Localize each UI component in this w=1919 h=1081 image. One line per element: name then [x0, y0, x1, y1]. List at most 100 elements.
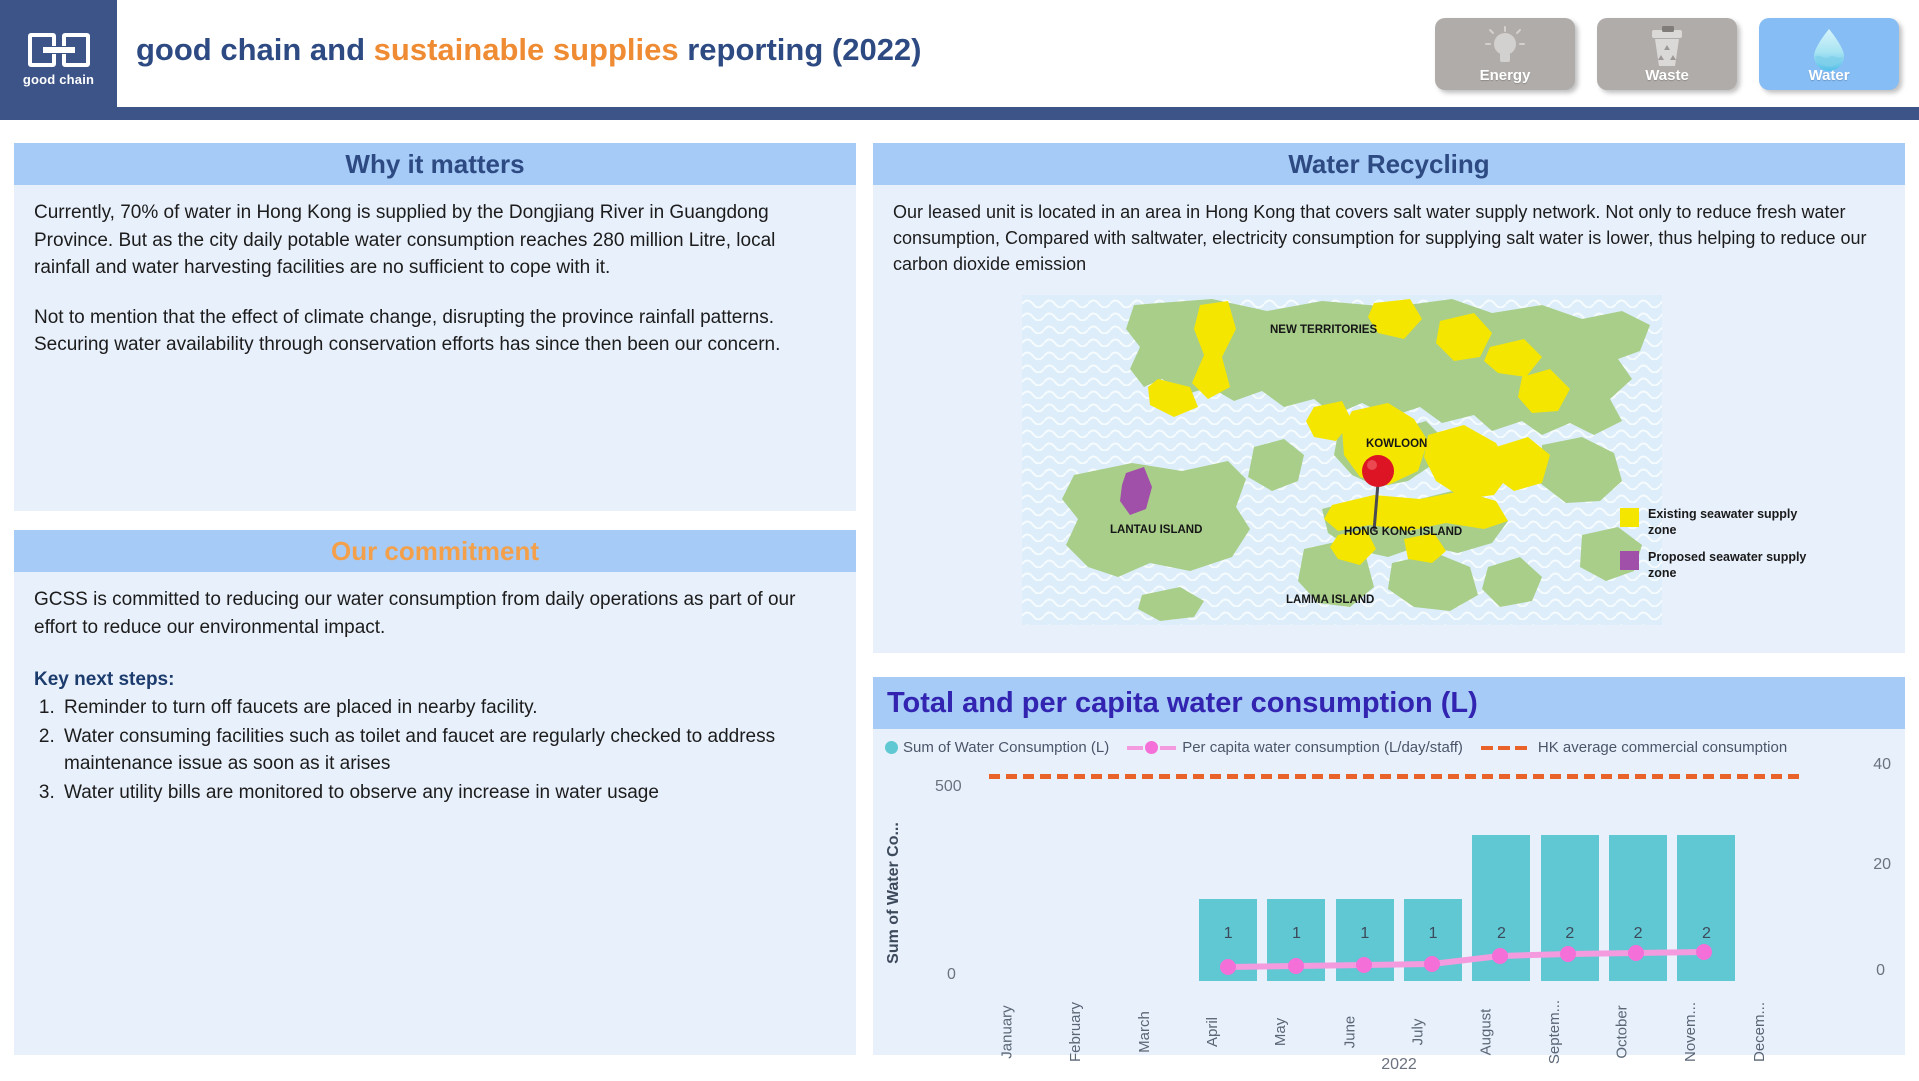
key-next-steps-list: Reminder to turn off faucets are placed …: [60, 695, 836, 807]
why-it-matters-body: Currently, 70% of water in Hong Kong is …: [14, 185, 856, 369]
per-capita-point-august: [1492, 948, 1508, 964]
why-it-matters-title: Why it matters: [345, 148, 525, 179]
water-drop-icon: [1759, 26, 1899, 72]
our-commitment-header: Our commitment: [14, 530, 856, 572]
app-header: good chain good chain and sustainable su…: [0, 0, 1919, 120]
x-tick-label: April: [1204, 1016, 1222, 1048]
list-item: Reminder to turn off faucets are placed …: [60, 695, 836, 722]
x-label-slot: January: [989, 984, 1057, 1059]
per-capita-point-november: [1696, 944, 1712, 960]
y-left-tick-500: 500: [935, 778, 962, 795]
y-left-tick-0: 0: [947, 966, 956, 983]
x-label-slot: May: [1262, 984, 1330, 1056]
x-label-slot: Septem...: [1536, 984, 1604, 1064]
chart-plot-area: Sum of Water Co... 500 0 40 20 0 1 1 1 1…: [873, 756, 1905, 1073]
key-next-steps-label: Key next steps:: [34, 669, 175, 691]
per-capita-point-may: [1288, 958, 1304, 974]
map-label-kowloon: KOWLOON: [1366, 438, 1427, 450]
trash-recycle-icon: [1597, 26, 1737, 70]
legend-marker-line-icon: [1127, 741, 1177, 754]
x-tick-label: July: [1409, 1018, 1427, 1046]
legend-label-existing: Existing seawater supply zone: [1648, 507, 1798, 537]
map-label-lamma-island: LAMMA ISLAND: [1286, 594, 1374, 606]
x-label-slot: June: [1331, 984, 1399, 1056]
x-tick-label: January: [999, 1005, 1017, 1059]
commitment-paragraph-1: GCSS is committed to reducing our water …: [34, 589, 796, 638]
x-tick-label: February: [1067, 1001, 1085, 1063]
legend-marker-dash-icon: [1480, 745, 1532, 750]
chain-link-icon: [27, 33, 90, 67]
y-axis-left-title-text: Sum of Water Co...: [885, 822, 903, 964]
title-part-2: reporting (2022): [678, 32, 922, 67]
chart-title: Total and per capita water consumption (…: [887, 686, 1478, 719]
why-it-matters-panel: Why it matters Currently, 70% of water i…: [14, 143, 856, 511]
why-paragraph-2: Not to mention that the effect of climat…: [34, 306, 781, 356]
legend-item-proposed: Proposed seawater supply zone: [1620, 550, 1810, 581]
water-recycling-paragraph: Our leased unit is located in an area in…: [893, 202, 1867, 275]
x-tick-label: March: [1135, 1011, 1153, 1053]
x-tick-label: Decem...: [1750, 1001, 1768, 1063]
per-capita-point-june: [1356, 957, 1372, 973]
legend-hk-average[interactable]: HK average commercial consumption: [1480, 739, 1788, 756]
x-label-slot: August: [1467, 984, 1535, 1056]
lightbulb-icon: [1435, 26, 1575, 70]
map-label-new-territories: NEW TERRITORIES: [1270, 324, 1377, 336]
y-right-tick-0: 0: [1876, 962, 1885, 979]
nav-tabs: Energy Waste Water: [1435, 18, 1899, 90]
why-paragraph-1: Currently, 70% of water in Hong Kong is …: [34, 202, 776, 279]
water-consumption-chart-panel: Total and per capita water consumption (…: [873, 677, 1905, 1073]
y-right-tick-20: 20: [1873, 856, 1891, 873]
our-commitment-title: Our commitment: [330, 535, 540, 566]
chart-header: Total and per capita water consumption (…: [873, 677, 1905, 729]
x-axis-labels: January February March April May June Ju…: [989, 984, 1809, 1064]
header-accent-bar: [0, 107, 1919, 120]
map-graphic: NEW TERRITORIES KOWLOON HONG KONG ISLAND…: [1022, 295, 1662, 625]
water-recycling-body: Our leased unit is located in an area in…: [873, 185, 1905, 287]
tab-waste[interactable]: Waste: [1597, 18, 1737, 90]
tab-energy[interactable]: Energy: [1435, 18, 1575, 90]
page-title: good chain and sustainable supplies repo…: [136, 32, 922, 68]
per-capita-line-series[interactable]: [989, 756, 1809, 981]
legend-per-capita[interactable]: Per capita water consumption (L/day/staf…: [1127, 739, 1463, 756]
x-label-slot: October: [1604, 984, 1672, 1058]
x-label-slot: Decem...: [1741, 984, 1809, 1062]
water-recycling-header: Water Recycling: [873, 143, 1905, 185]
hong-kong-seawater-map[interactable]: NEW TERRITORIES KOWLOON HONG KONG ISLAND…: [1022, 295, 1806, 625]
map-legend: Existing seawater supply zone Proposed s…: [1620, 507, 1810, 594]
our-commitment-body: GCSS is committed to reducing our water …: [14, 572, 856, 819]
x-tick-label: August: [1477, 1008, 1495, 1056]
per-capita-point-july: [1424, 956, 1440, 972]
x-label-slot: April: [1194, 984, 1262, 1056]
x-tick-label: May: [1272, 1017, 1290, 1047]
x-label-slot: Novem...: [1672, 984, 1740, 1062]
our-commitment-panel: Our commitment GCSS is committed to redu…: [14, 530, 856, 1055]
legend-marker-bar-icon: [885, 741, 898, 754]
legend-label-hk-average: HK average commercial consumption: [1537, 739, 1788, 756]
legend-swatch-proposed: [1620, 551, 1639, 571]
map-label-lantau-island: LANTAU ISLAND: [1110, 524, 1202, 536]
chart-legend: Sum of Water Consumption (L) Per capita …: [873, 729, 1905, 756]
x-label-slot: February: [1057, 984, 1125, 1062]
list-item: Water consuming facilities such as toile…: [60, 724, 836, 778]
per-capita-point-april: [1220, 959, 1236, 975]
legend-item-existing: Existing seawater supply zone: [1620, 507, 1810, 538]
brand-logo[interactable]: good chain: [0, 0, 117, 120]
tab-water[interactable]: Water: [1759, 18, 1899, 90]
water-recycling-title: Water Recycling: [1288, 148, 1490, 179]
logo-label: good chain: [22, 72, 95, 87]
y-axis-left-title: Sum of Water Co...: [881, 818, 907, 968]
legend-sum-water-consumption[interactable]: Sum of Water Consumption (L): [885, 739, 1109, 756]
legend-label-per-capita: Per capita water consumption (L/day/staf…: [1182, 739, 1463, 756]
y-right-tick-40: 40: [1873, 756, 1891, 773]
legend-label-proposed: Proposed seawater supply zone: [1648, 550, 1807, 580]
per-capita-point-october: [1628, 945, 1644, 961]
per-capita-point-september: [1560, 946, 1576, 962]
title-part-1: good chain and: [136, 32, 374, 67]
why-it-matters-header: Why it matters: [14, 143, 856, 185]
legend-label-sum: Sum of Water Consumption (L): [903, 739, 1110, 756]
x-axis-title: 2022: [1381, 1056, 1417, 1073]
slide-page: good chain good chain and sustainable su…: [0, 0, 1919, 1081]
title-accent: sustainable supplies: [373, 32, 679, 67]
x-label-slot: July: [1399, 984, 1467, 1056]
x-tick-label: June: [1340, 1015, 1358, 1049]
